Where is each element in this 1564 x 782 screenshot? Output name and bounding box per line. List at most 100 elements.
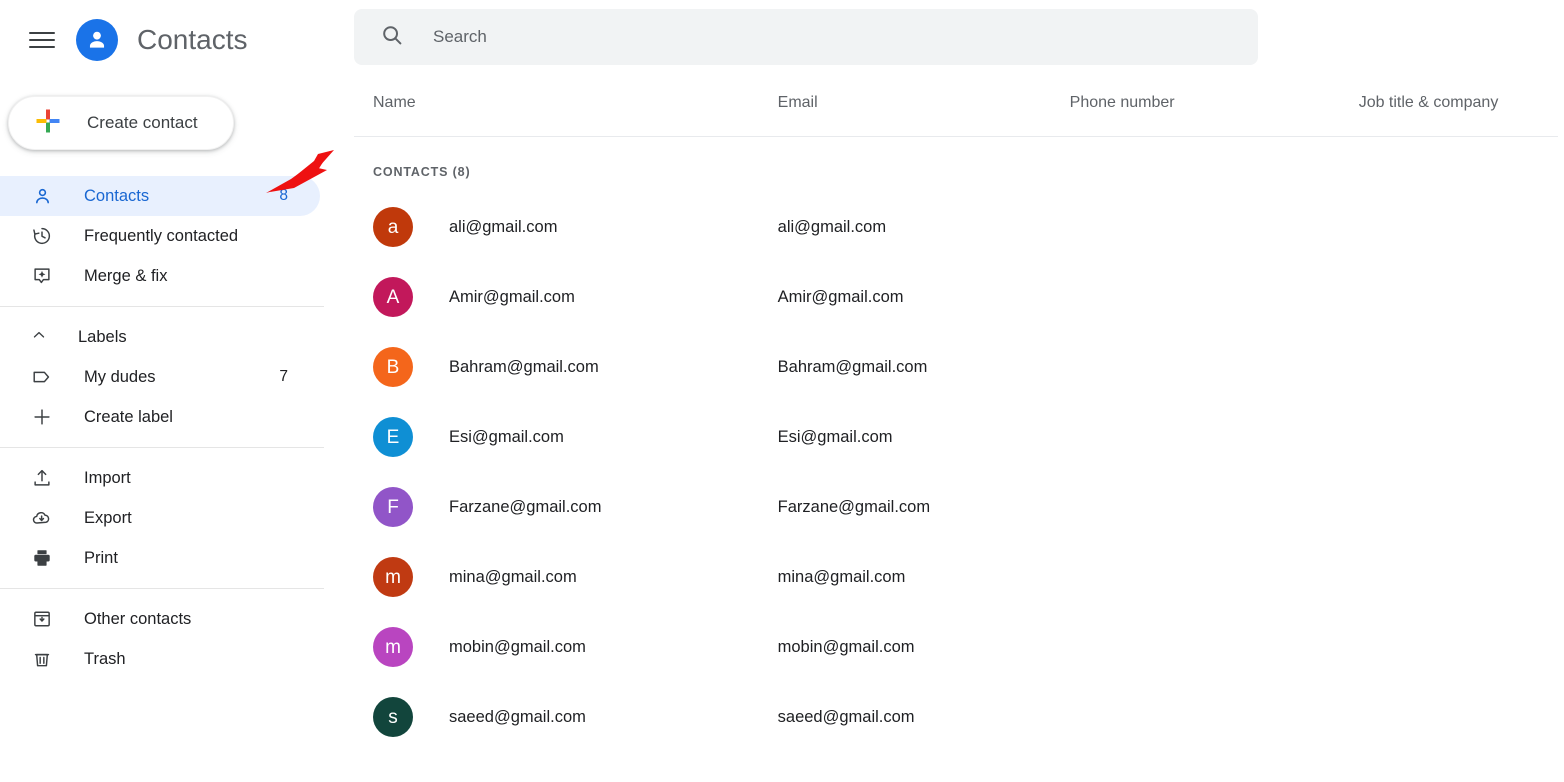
sidebar-item-label: Contacts — [84, 186, 150, 205]
sidebar-item-label: Export — [84, 508, 132, 527]
sidebar-item-merge-and-fix[interactable]: Merge & fix — [0, 256, 320, 296]
cloud-download-icon — [30, 506, 54, 530]
contact-name-cell: A Amir@gmail.com — [354, 277, 778, 317]
contact-email: saeed@gmail.com — [777, 707, 915, 726]
contact-name-cell: B Bahram@gmail.com — [354, 347, 778, 387]
column-header-phone[interactable]: Phone number — [1070, 94, 1359, 112]
column-header-job[interactable]: Job title & company — [1359, 94, 1558, 112]
contact-name: saeed@gmail.com — [449, 707, 586, 726]
sidebar-item-label: Merge & fix — [84, 266, 168, 285]
sidebar-item-label: Other contacts — [84, 609, 192, 628]
sidebar-item-import[interactable]: Import — [0, 458, 320, 498]
sidebar-item-label: My dudes — [84, 367, 156, 386]
avatar[interactable]: F — [373, 487, 413, 527]
merge-sparkle-icon — [30, 264, 54, 288]
google-plus-icon — [35, 108, 61, 139]
avatar[interactable]: A — [373, 277, 413, 317]
column-header-email[interactable]: Email — [778, 94, 1070, 112]
plus-icon — [30, 405, 54, 429]
search-bar[interactable] — [354, 9, 1258, 65]
avatar[interactable]: s — [373, 697, 413, 737]
sidebar-item-other-contacts[interactable]: Other contacts — [0, 599, 320, 639]
contact-name: Farzane@gmail.com — [449, 497, 602, 516]
contact-email: mobin@gmail.com — [777, 637, 915, 656]
sidebar-tools-section: Import Export Print — [0, 458, 324, 578]
create-contact-label: Create contact — [87, 113, 198, 132]
avatar[interactable]: B — [373, 347, 413, 387]
contact-name-cell: a ali@gmail.com — [354, 207, 778, 247]
contact-name: mina@gmail.com — [449, 567, 577, 586]
table-row[interactable]: a ali@gmail.com ali@gmail.com — [354, 192, 1558, 262]
contact-name: Amir@gmail.com — [449, 287, 575, 306]
sidebar-item-label: Import — [84, 468, 131, 487]
avatar[interactable]: m — [373, 557, 413, 597]
avatar[interactable]: E — [373, 417, 413, 457]
history-clock-icon — [30, 224, 54, 248]
contact-name: Esi@gmail.com — [449, 427, 564, 446]
sidebar-item-print[interactable]: Print — [0, 538, 320, 578]
sidebar-item-label: Frequently contacted — [84, 226, 239, 245]
contact-email: Farzane@gmail.com — [777, 497, 931, 516]
contact-name-cell: m mobin@gmail.com — [354, 627, 778, 667]
main-content: Name Email Phone number Job title & comp… — [324, 0, 1564, 782]
search-input[interactable] — [433, 27, 1193, 47]
sidebar-item-count: 8 — [279, 187, 288, 204]
contact-name: Bahram@gmail.com — [449, 357, 599, 376]
contacts-group-label: CONTACTS (8) — [373, 165, 471, 179]
contact-email: Amir@gmail.com — [777, 287, 904, 306]
printer-icon — [30, 546, 54, 570]
sidebar-item-frequently-contacted[interactable]: Frequently contacted — [0, 216, 320, 256]
page-title: Contacts — [137, 24, 248, 55]
table-header-row: Name Email Phone number Job title & comp… — [354, 88, 1558, 136]
contact-email: ali@gmail.com — [777, 217, 887, 236]
sidebar-item-contacts[interactable]: Contacts 8 — [0, 176, 320, 216]
table-row[interactable]: E Esi@gmail.com Esi@gmail.com — [354, 402, 1558, 472]
contact-name-cell: m mina@gmail.com — [354, 557, 778, 597]
sidebar-item-export[interactable]: Export — [0, 498, 320, 538]
archive-box-icon — [30, 607, 54, 631]
search-icon — [380, 23, 404, 52]
create-contact-button[interactable]: Create contact — [8, 96, 234, 150]
sidebar-footer-section: Other contacts Trash — [0, 599, 324, 679]
table-row[interactable]: B Bahram@gmail.com Bahram@gmail.com — [354, 332, 1558, 402]
contact-name-cell: F Farzane@gmail.com — [354, 487, 778, 527]
table-row[interactable]: s saeed@gmail.com saeed@gmail.com — [354, 682, 1558, 752]
contact-name: mobin@gmail.com — [449, 637, 586, 656]
table-row[interactable]: m mobin@gmail.com mobin@gmail.com — [354, 612, 1558, 682]
brand-bar: Contacts — [0, 0, 324, 80]
table-row[interactable]: m mina@gmail.com mina@gmail.com — [354, 542, 1558, 612]
contact-name-cell: s saeed@gmail.com — [354, 697, 778, 737]
contacts-table: Name Email Phone number Job title & comp… — [354, 88, 1558, 752]
upload-icon — [30, 466, 54, 490]
contact-email: mina@gmail.com — [777, 567, 906, 586]
contacts-app: Contacts Create contact Contacts 8 Frequ… — [0, 0, 1564, 782]
labels-section-label: Labels — [78, 327, 127, 346]
sidebar-nav-primary: Contacts 8 Frequently contacted Merge & … — [0, 176, 324, 296]
sidebar-item-create-label[interactable]: Create label — [0, 397, 320, 437]
labels-section-header[interactable]: Labels — [0, 317, 324, 357]
avatar[interactable]: m — [373, 627, 413, 667]
contacts-row-list: a ali@gmail.com ali@gmail.com A Amir@gmail.c… — [354, 192, 1558, 752]
table-row[interactable]: A Amir@gmail.com Amir@gmail.com — [354, 262, 1558, 332]
sidebar-item-label: Create label — [84, 407, 173, 426]
table-row[interactable]: F Farzane@gmail.com Farzane@gmail.com — [354, 472, 1558, 542]
label-tag-icon — [30, 365, 54, 389]
contact-name-cell: E Esi@gmail.com — [354, 417, 778, 457]
column-header-name[interactable]: Name — [354, 94, 778, 112]
contact-email: Bahram@gmail.com — [777, 357, 928, 376]
trash-icon — [30, 647, 54, 671]
hamburger-menu-icon[interactable] — [24, 22, 60, 58]
sidebar-item-trash[interactable]: Trash — [0, 639, 320, 679]
sidebar-item-label: Print — [84, 548, 118, 567]
person-icon — [30, 184, 54, 208]
chevron-up-icon — [30, 326, 48, 349]
sidebar-item-my-dudes[interactable]: My dudes 7 — [0, 357, 320, 397]
contacts-person-logo-icon — [76, 19, 118, 61]
avatar[interactable]: a — [373, 207, 413, 247]
